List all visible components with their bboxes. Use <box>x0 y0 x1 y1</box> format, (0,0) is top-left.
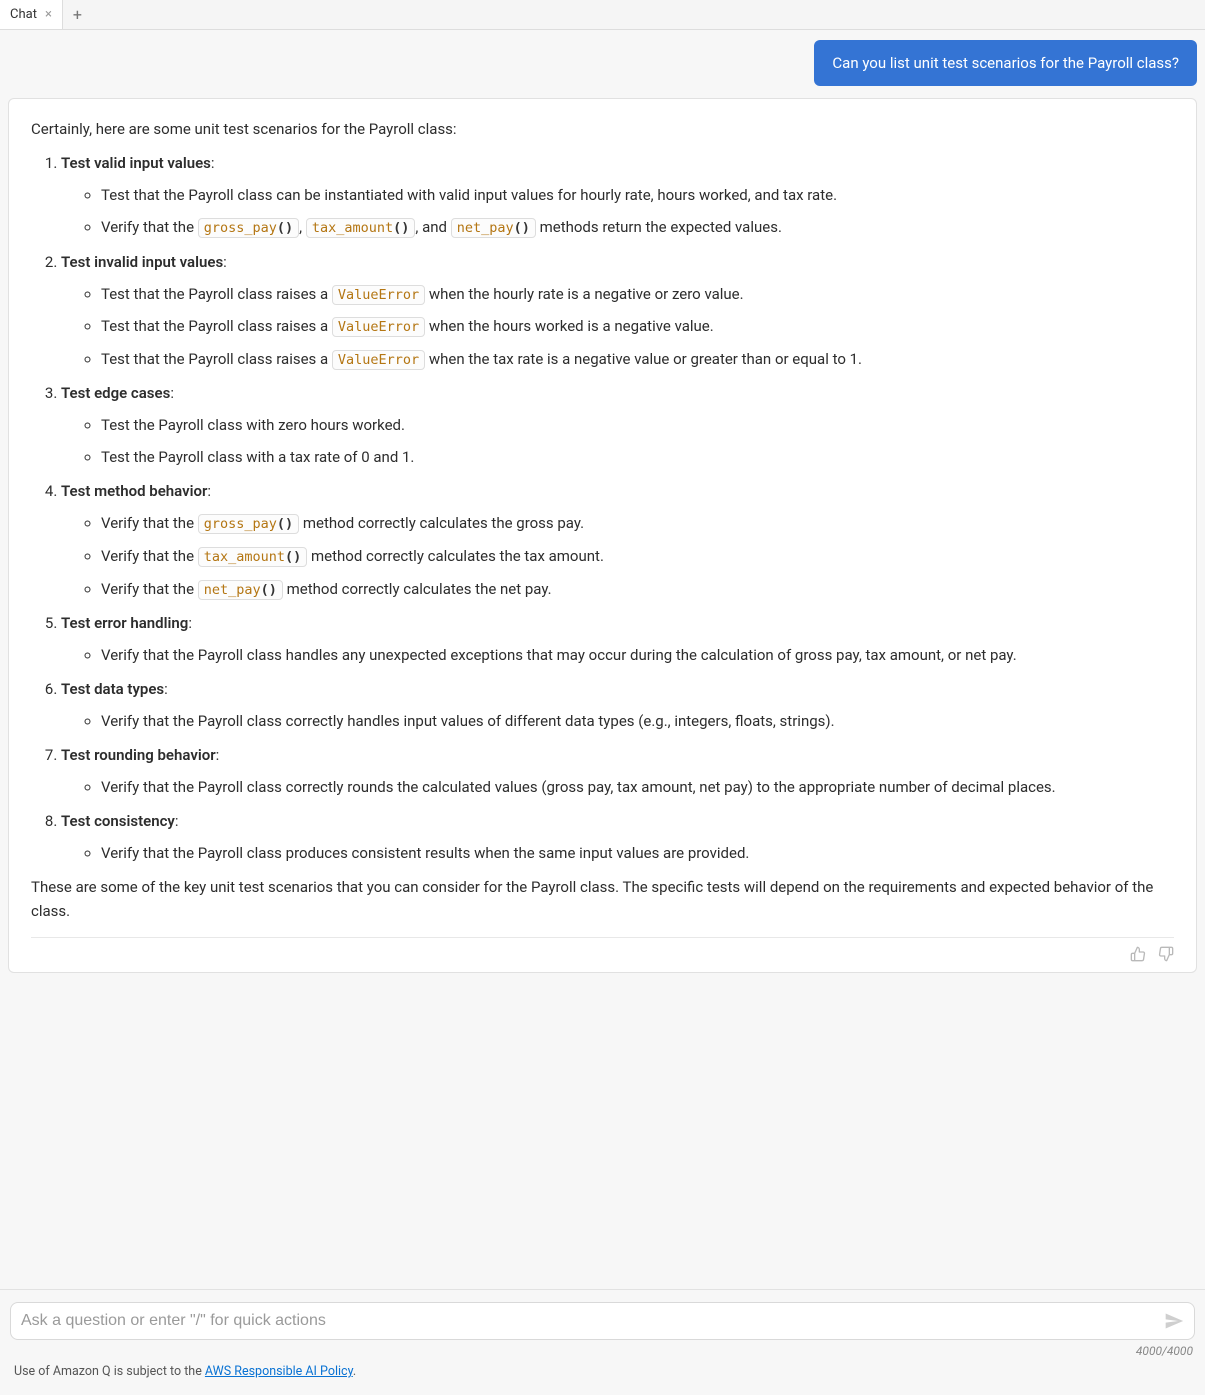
list-item: Test edge cases:Test the Payroll class w… <box>61 381 1174 469</box>
sub-list-item: Test the Payroll class with zero hours w… <box>101 413 1174 437</box>
close-icon[interactable]: × <box>45 7 52 22</box>
user-message: Can you list unit test scenarios for the… <box>814 40 1197 86</box>
new-tab-button[interactable]: + <box>63 1 92 28</box>
feedback-row <box>31 937 1174 962</box>
list-item-title: Test method behavior <box>61 482 207 500</box>
policy-prefix: Use of Amazon Q is subject to the <box>14 1364 205 1379</box>
assistant-list: Test valid input values:Test that the Pa… <box>31 151 1174 865</box>
chat-scroll: Can you list unit test scenarios for the… <box>0 30 1205 1289</box>
list-item: Test error handling:Verify that the Payr… <box>61 611 1174 667</box>
sub-list-item: Verify that the Payroll class produces c… <box>101 841 1174 865</box>
assistant-intro: Certainly, here are some unit test scena… <box>31 117 1174 141</box>
assistant-outro: These are some of the key unit test scen… <box>31 875 1174 923</box>
footer: 4000/4000 Use of Amazon Q is subject to … <box>0 1289 1205 1395</box>
list-item-title: Test data types <box>61 680 164 698</box>
sub-list-item: Verify that the net_pay() method correct… <box>101 577 1174 602</box>
list-item-title: Test valid input values <box>61 154 211 172</box>
sub-list-item: Verify that the Payroll class correctly … <box>101 709 1174 733</box>
policy-suffix: . <box>353 1364 356 1379</box>
sub-list: Verify that the Payroll class correctly … <box>61 775 1174 799</box>
policy-link[interactable]: AWS Responsible AI Policy <box>205 1364 353 1379</box>
send-icon[interactable] <box>1164 1311 1184 1331</box>
list-item: Test valid input values:Test that the Pa… <box>61 151 1174 240</box>
sub-list-item: Verify that the Payroll class handles an… <box>101 643 1174 667</box>
list-item-title: Test edge cases <box>61 384 170 402</box>
sub-list-item: Verify that the gross_pay() method corre… <box>101 511 1174 536</box>
sub-list: Verify that the Payroll class handles an… <box>61 643 1174 667</box>
char-count: 4000/4000 <box>10 1344 1195 1358</box>
sub-list-item: Verify that the tax_amount() method corr… <box>101 544 1174 569</box>
tab-chat[interactable]: Chat × <box>0 0 63 29</box>
list-item: Test method behavior:Verify that the gro… <box>61 479 1174 601</box>
list-item: Test consistency:Verify that the Payroll… <box>61 809 1174 865</box>
policy-text: Use of Amazon Q is subject to the AWS Re… <box>10 1358 1195 1389</box>
plus-icon: + <box>73 5 82 24</box>
list-item-title: Test invalid input values <box>61 253 223 271</box>
chat-input-box <box>10 1302 1195 1340</box>
tab-bar: Chat × + <box>0 0 1205 30</box>
thumbs-up-icon[interactable] <box>1130 946 1146 962</box>
list-item-title: Test rounding behavior <box>61 746 216 764</box>
sub-list: Verify that the Payroll class produces c… <box>61 841 1174 865</box>
sub-list-item: Test that the Payroll class raises a Val… <box>101 282 1174 307</box>
sub-list: Test the Payroll class with zero hours w… <box>61 413 1174 469</box>
sub-list-item: Verify that the Payroll class correctly … <box>101 775 1174 799</box>
list-item-title: Test error handling <box>61 614 188 632</box>
sub-list: Test that the Payroll class raises a Val… <box>61 282 1174 372</box>
chat-input[interactable] <box>21 1312 1164 1330</box>
list-item: Test rounding behavior:Verify that the P… <box>61 743 1174 799</box>
thumbs-down-icon[interactable] <box>1158 946 1174 962</box>
user-message-row: Can you list unit test scenarios for the… <box>8 40 1197 86</box>
sub-list: Verify that the Payroll class correctly … <box>61 709 1174 733</box>
sub-list-item: Verify that the gross_pay(), tax_amount(… <box>101 215 1174 240</box>
sub-list-item: Test that the Payroll class can be insta… <box>101 183 1174 207</box>
sub-list-item: Test that the Payroll class raises a Val… <box>101 347 1174 372</box>
assistant-message: Certainly, here are some unit test scena… <box>8 98 1197 973</box>
list-item-title: Test consistency <box>61 812 175 830</box>
list-item: Test invalid input values:Test that the … <box>61 250 1174 372</box>
sub-list-item: Test the Payroll class with a tax rate o… <box>101 445 1174 469</box>
list-item: Test data types:Verify that the Payroll … <box>61 677 1174 733</box>
tab-label: Chat <box>10 7 37 22</box>
sub-list: Test that the Payroll class can be insta… <box>61 183 1174 240</box>
sub-list-item: Test that the Payroll class raises a Val… <box>101 314 1174 339</box>
sub-list: Verify that the gross_pay() method corre… <box>61 511 1174 601</box>
